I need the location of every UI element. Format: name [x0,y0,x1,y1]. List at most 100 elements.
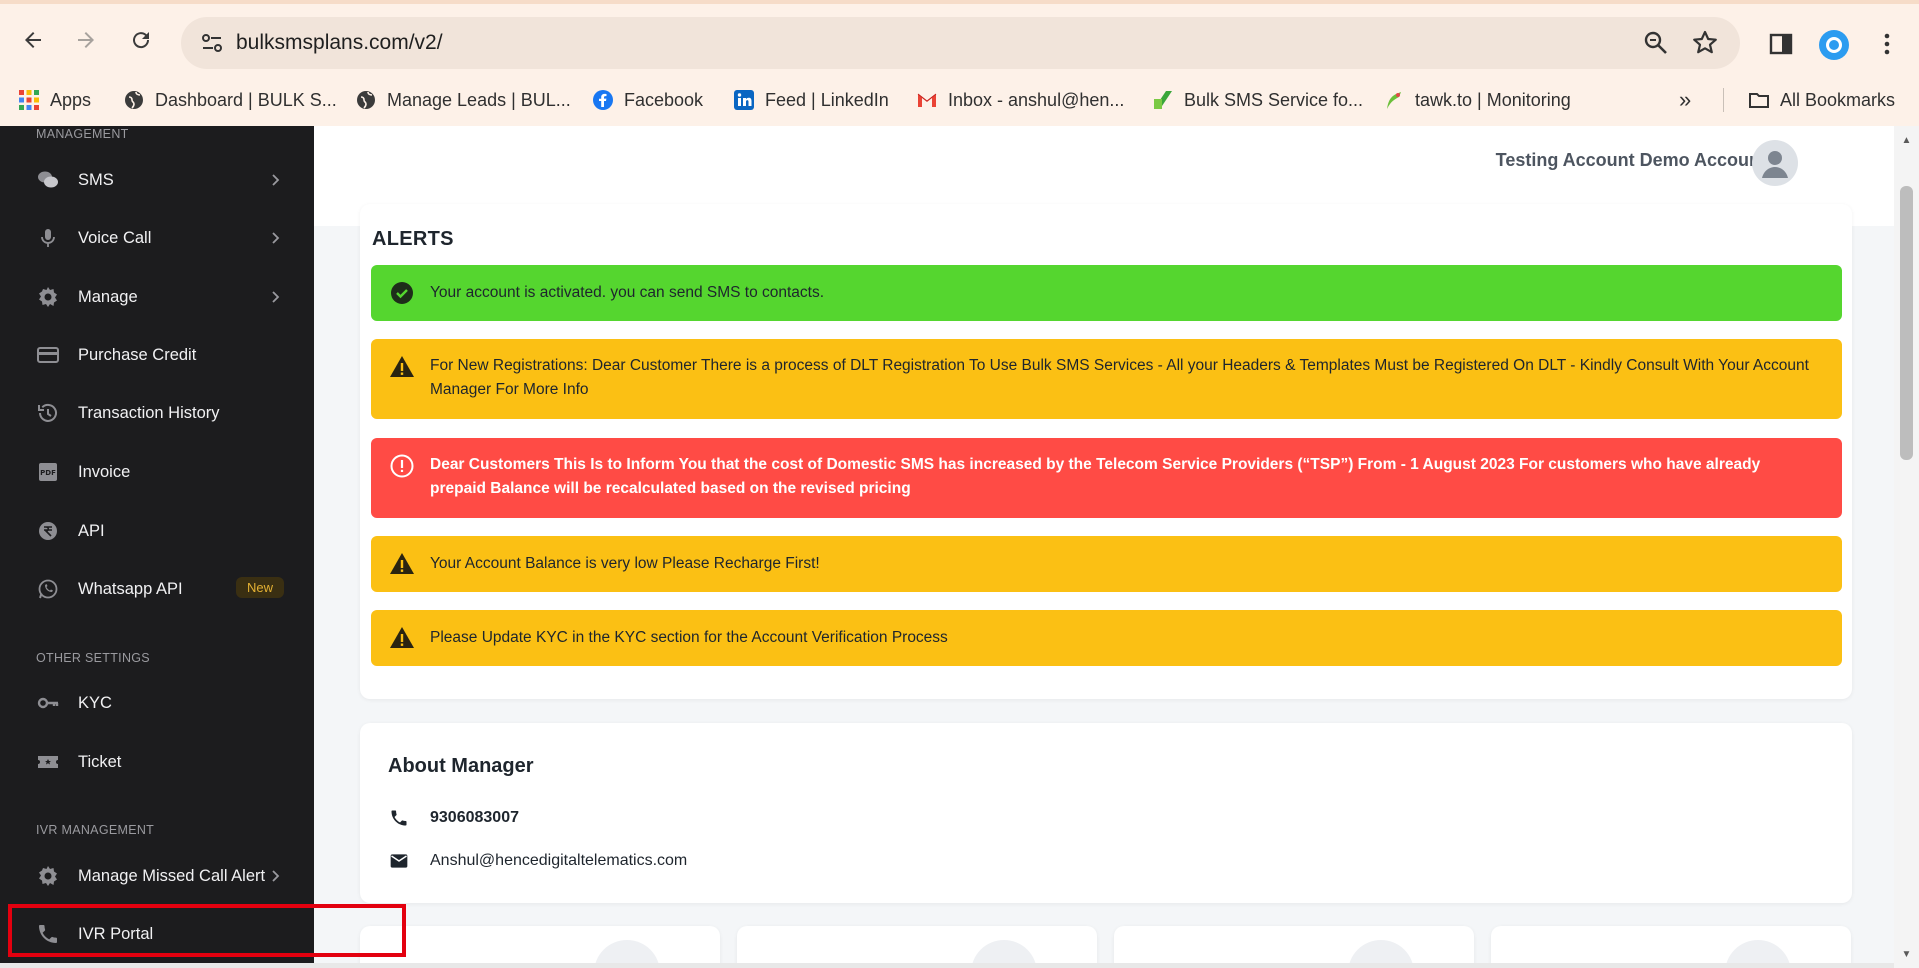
sidebar-item-api[interactable]: API [0,506,314,556]
scroll-thumb[interactable] [1900,186,1913,460]
extension-icon [1826,37,1842,53]
scroll-down-arrow-icon[interactable]: ▼ [1900,950,1913,960]
alert-text: Your Account Balance is very low Please … [430,555,820,572]
manager-email-row: Anshul@hencedigitaltelematics.com [388,850,687,872]
sidebar-item-label: Voice Call [78,229,152,247]
chevron-right-icon [272,291,280,303]
sidebar-item-label: Purchase Credit [78,346,197,364]
chevron-right-icon [272,174,280,186]
about-manager-card: About Manager 9306083007 Anshul@hencedig… [360,723,1852,903]
reload-button[interactable] [125,24,157,56]
stat-card [737,926,1097,968]
sidebar-item-purchase-credit[interactable]: Purchase Credit [0,330,314,380]
bookmark-star-icon[interactable] [1691,29,1719,57]
url-text[interactable]: bulksmsplans.com/v2/ [236,30,443,56]
bookmark-label: Dashboard | BULK S... [155,89,337,110]
bookmark-linkedin[interactable]: Feed | LinkedIn [733,86,889,114]
manager-phone-row: 9306083007 [388,807,519,829]
browser-toolbar: bulksmsplans.com/v2/ [0,4,1919,74]
stat-card [1114,926,1474,968]
alert-text: Please Update KYC in the KYC section for… [430,629,948,646]
linkedin-icon [733,89,755,111]
tawk-icon [1383,89,1405,111]
page-scrollbar[interactable]: ▲ ▼ [1894,126,1919,968]
gmail-icon [916,89,938,111]
profile-avatar[interactable] [1819,30,1849,60]
sidebar-item-missed-call-alert[interactable]: Manage Missed Call Alert [0,851,314,901]
forward-arrow-icon [78,32,94,48]
check-circle-icon [389,280,415,306]
back-arrow-icon [25,32,41,48]
zoom-icon[interactable] [1642,29,1670,57]
gear-icon [36,285,60,309]
all-bookmarks-button[interactable]: All Bookmarks [1748,86,1895,114]
credit-card-icon [36,343,60,367]
sidebar-item-manage[interactable]: Manage [0,272,314,322]
apps-grid-icon [18,89,40,111]
scroll-up-arrow-icon[interactable]: ▲ [1900,136,1913,146]
chat-bubbles-icon [36,168,60,192]
manager-email[interactable]: Anshul@hencedigitaltelematics.com [430,852,687,870]
alert-warning: For New Registrations: Dear Customer The… [371,339,1842,419]
highlight-annotation-box [8,904,406,957]
bookmark-bulk-sms[interactable]: Bulk SMS Service fo... [1152,86,1363,114]
gear-icon [36,864,60,888]
side-panel-icon[interactable] [1767,30,1795,58]
bookmarks-overflow-button[interactable]: » [1679,86,1691,114]
bookmark-apps[interactable]: Apps [18,86,91,114]
phone-icon [388,807,410,829]
sidebar-item-whatsapp-api[interactable]: Whatsapp API New [0,564,314,614]
sidebar-item-voice-call[interactable]: Voice Call [0,213,314,263]
alerts-card: ALERTS Your account is activated. you ca… [360,204,1852,699]
sidebar-item-transaction-history[interactable]: Transaction History [0,388,314,438]
back-button[interactable] [17,24,49,56]
chevron-right-icon [272,232,280,244]
bookmark-inbox[interactable]: Inbox - anshul@hen... [916,86,1124,114]
warning-triangle-icon [389,551,415,577]
alert-warning: Your Account Balance is very low Please … [371,536,1842,592]
warning-triangle-icon [389,354,415,380]
folder-icon [1748,89,1770,111]
alert-error: Dear Customers This Is to Inform You tha… [371,438,1842,518]
exclamation-circle-icon [389,453,415,479]
sidebar-item-invoice[interactable]: PDF Invoice [0,447,314,497]
bookmark-facebook[interactable]: Facebook [592,86,703,114]
avatar[interactable] [1752,140,1798,186]
address-bar[interactable]: bulksmsplans.com/v2/ [181,17,1740,69]
whatsapp-icon [36,577,60,601]
sidebar-item-label: KYC [78,694,112,712]
alert-text: For New Registrations: Dear Customer The… [430,357,1809,398]
bookmark-tawk[interactable]: tawk.to | Monitoring [1383,86,1571,114]
sidebar-item-ticket[interactable]: Ticket [0,737,314,787]
sidebar: MANAGEMENT SMS Voice Call Manage Purchas… [0,126,314,968]
bookmark-label: Apps [50,89,92,110]
bookmark-label: tawk.to | Monitoring [1415,89,1571,110]
horizontal-scrollbar [0,963,1894,968]
alert-success: Your account is activated. you can send … [371,265,1842,321]
alert-text: Your account is activated. you can send … [430,284,825,301]
sidebar-item-label: Manage [78,288,138,306]
bookmark-label: Manage Leads | BUL... [387,89,571,110]
facebook-icon [592,89,614,111]
alert-warning: Please Update KYC in the KYC section for… [371,610,1842,666]
site-settings-icon[interactable] [199,30,225,56]
bookmark-dashboard[interactable]: Dashboard | BULK S... [123,86,337,114]
sidebar-item-label: Invoice [78,463,131,481]
forward-button[interactable] [70,24,102,56]
new-badge: New [236,577,285,598]
sidebar-item-kyc[interactable]: KYC [0,678,314,728]
sidebar-item-sms[interactable]: SMS [0,155,314,205]
section-ivr-title: IVR MANAGEMENT [36,823,155,837]
about-manager-title: About Manager [388,755,534,777]
bookmark-label: Bulk SMS Service fo... [1184,89,1364,110]
bookmark-label: Feed | LinkedIn [765,89,889,110]
sidebar-item-label: Transaction History [78,404,220,422]
user-name[interactable]: Testing Account Demo Account [1496,150,1766,171]
svg-text:PDF: PDF [40,469,56,477]
manager-phone[interactable]: 9306083007 [430,809,519,827]
bulksms-icon [1152,89,1174,111]
microphone-icon [36,226,60,250]
menu-kebab-icon[interactable] [1873,30,1901,58]
bookmarks-bar: Apps Dashboard | BULK S... Manage Leads … [0,74,1919,126]
bookmark-manage-leads[interactable]: Manage Leads | BUL... [355,86,571,114]
